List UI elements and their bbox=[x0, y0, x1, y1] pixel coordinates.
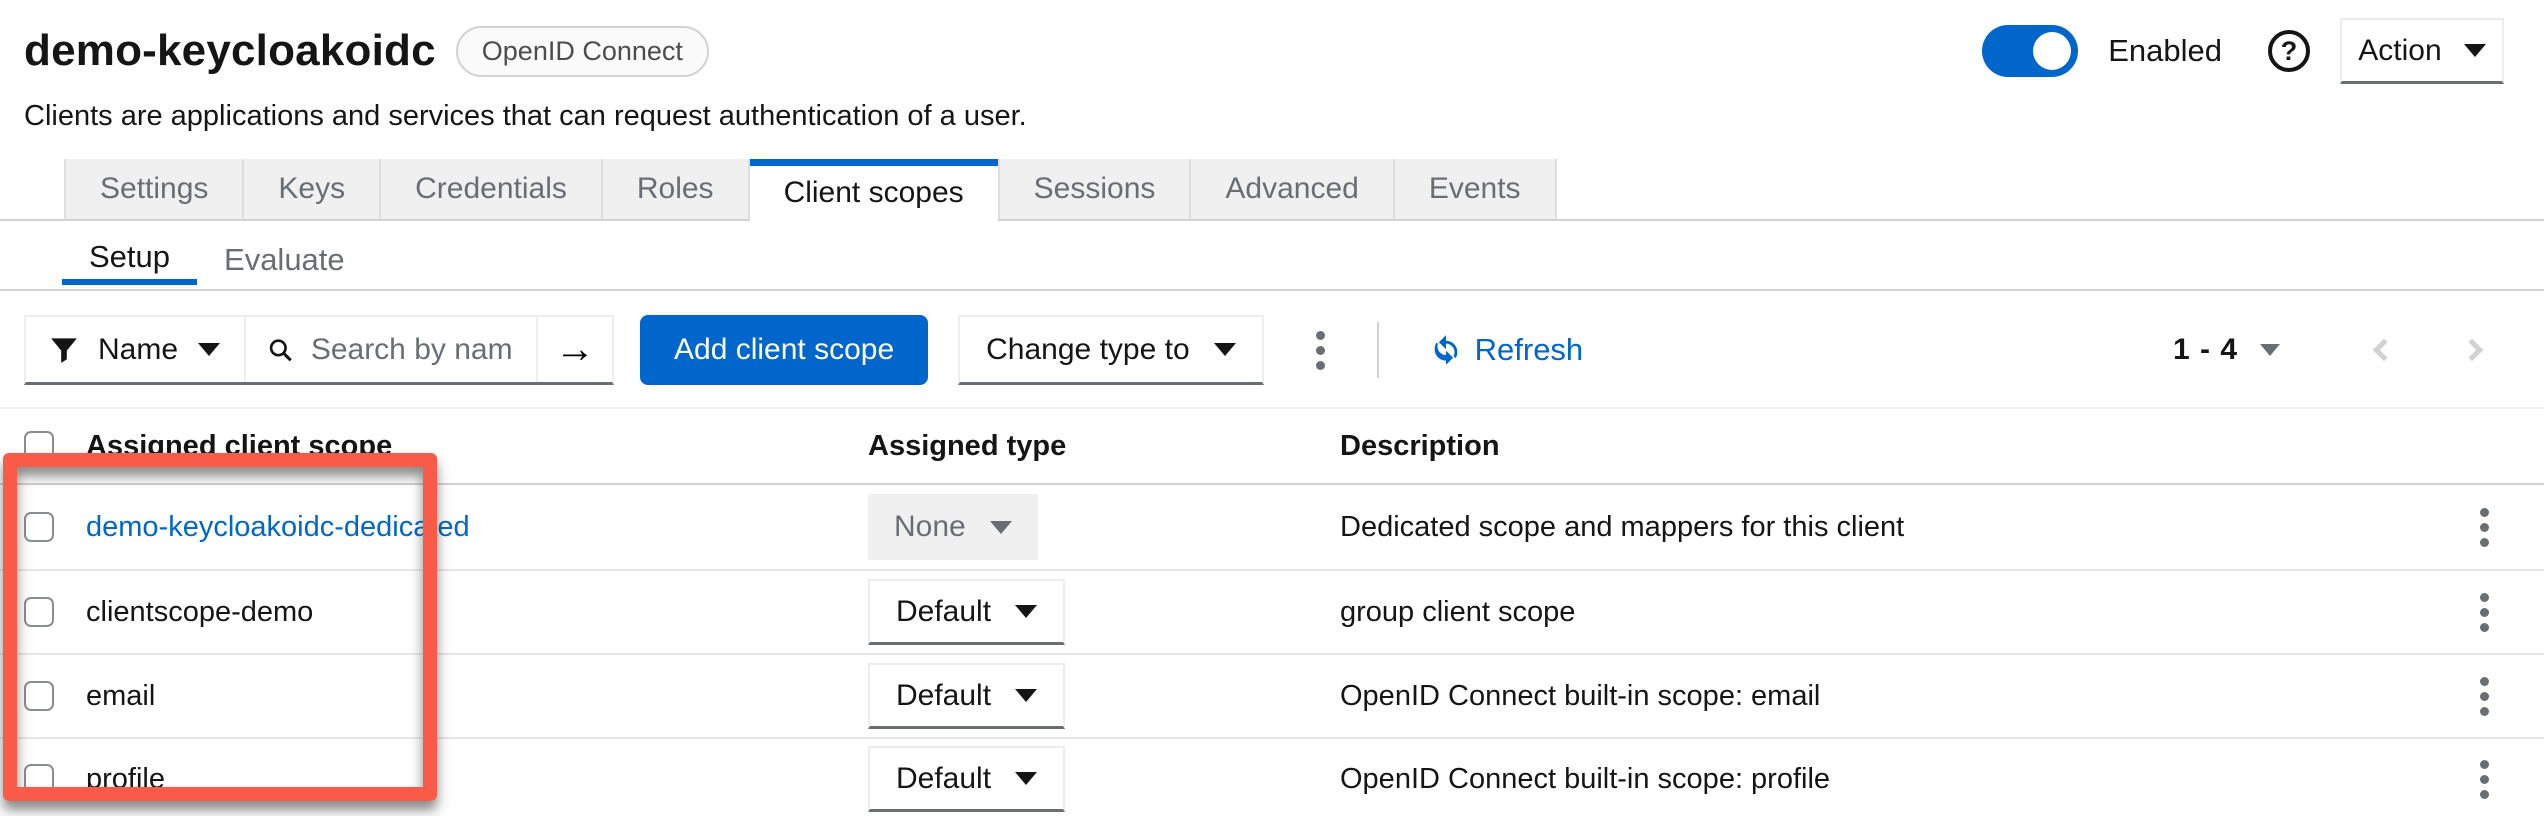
tab-settings[interactable]: Settings bbox=[64, 159, 244, 219]
client-scopes-table: Assigned client scope Assigned type Desc… bbox=[0, 409, 2544, 816]
search-submit-button[interactable]: → bbox=[538, 317, 612, 382]
help-icon[interactable]: ? bbox=[2268, 30, 2310, 72]
toolbar: Name → Add client scope Change type to bbox=[0, 291, 2544, 409]
toolbar-divider bbox=[1377, 322, 1379, 378]
assigned-type-dropdown[interactable]: Default bbox=[868, 746, 1065, 812]
filter-type-dropdown[interactable]: Name bbox=[26, 317, 246, 382]
search-box bbox=[246, 317, 538, 382]
scope-name: profile bbox=[86, 763, 868, 796]
scope-description: Dedicated scope and mappers for this cli… bbox=[1340, 511, 2424, 544]
action-label: Action bbox=[2358, 34, 2441, 68]
search-group: Name → bbox=[24, 315, 614, 385]
subtab-evaluate[interactable]: Evaluate bbox=[197, 235, 372, 285]
pagination-menu-toggle[interactable] bbox=[2260, 344, 2280, 356]
row-checkbox[interactable] bbox=[24, 764, 54, 794]
toolbar-kebab-menu[interactable] bbox=[1306, 321, 1335, 380]
refresh-label: Refresh bbox=[1475, 332, 1584, 368]
column-description: Description bbox=[1340, 430, 2424, 463]
column-assigned-type: Assigned type bbox=[868, 430, 1340, 463]
enabled-toggle[interactable] bbox=[1982, 25, 2078, 77]
pagination-count: 1 - 4 bbox=[2173, 333, 2238, 367]
assigned-type-value: Default bbox=[896, 595, 991, 629]
enabled-label: Enabled bbox=[2108, 33, 2222, 69]
scope-description: group client scope bbox=[1340, 596, 2424, 629]
scope-name: clientscope-demo bbox=[86, 596, 868, 629]
tab-roles[interactable]: Roles bbox=[603, 159, 750, 219]
scope-description: OpenID Connect built-in scope: profile bbox=[1340, 763, 2424, 796]
table-row: clientscope-demo Default group client sc… bbox=[0, 569, 2544, 653]
chevron-down-icon bbox=[2464, 44, 2486, 57]
row-kebab-menu[interactable] bbox=[2470, 583, 2499, 642]
assigned-type-dropdown[interactable]: Default bbox=[868, 579, 1065, 645]
table-row: demo-keycloakoidc-dedicated None Dedicat… bbox=[0, 485, 2544, 569]
page-subtitle: Clients are applications and services th… bbox=[24, 100, 2504, 133]
row-kebab-menu[interactable] bbox=[2470, 667, 2499, 726]
table-row: profile Default OpenID Connect built-in … bbox=[0, 737, 2544, 816]
column-assigned-client-scope: Assigned client scope bbox=[86, 430, 868, 463]
protocol-badge: OpenID Connect bbox=[456, 26, 709, 77]
row-checkbox[interactable] bbox=[24, 597, 54, 627]
tab-client-scopes[interactable]: Client scopes bbox=[750, 159, 998, 221]
row-kebab-menu[interactable] bbox=[2470, 498, 2499, 557]
chevron-down-icon bbox=[1214, 343, 1236, 356]
previous-page-icon[interactable] bbox=[2373, 339, 2396, 362]
chevron-down-icon bbox=[1015, 772, 1037, 785]
filter-label: Name bbox=[98, 333, 178, 367]
row-kebab-menu[interactable] bbox=[2470, 750, 2499, 809]
client-scopes-page: demo-keycloakoidc OpenID Connect Enabled… bbox=[0, 0, 2544, 816]
assigned-type-value: Default bbox=[896, 762, 991, 796]
client-scopes-subtabs: Setup Evaluate bbox=[0, 221, 2544, 291]
tab-credentials[interactable]: Credentials bbox=[381, 159, 603, 219]
assigned-type-value: Default bbox=[896, 679, 991, 713]
tab-events[interactable]: Events bbox=[1395, 159, 1557, 219]
row-checkbox[interactable] bbox=[24, 512, 54, 542]
scope-name-link[interactable]: demo-keycloakoidc-dedicated bbox=[86, 511, 868, 544]
toggle-knob bbox=[2033, 32, 2071, 70]
chevron-down-icon bbox=[198, 343, 220, 356]
scope-description: OpenID Connect built-in scope: email bbox=[1340, 680, 2424, 713]
search-input[interactable] bbox=[311, 333, 514, 367]
tab-keys[interactable]: Keys bbox=[244, 159, 381, 219]
action-dropdown[interactable]: Action bbox=[2340, 18, 2504, 84]
search-icon bbox=[268, 335, 293, 365]
subtab-setup[interactable]: Setup bbox=[62, 235, 197, 285]
row-checkbox[interactable] bbox=[24, 681, 54, 711]
assigned-type-dropdown: None bbox=[868, 494, 1038, 560]
page-title: demo-keycloakoidc bbox=[24, 26, 436, 76]
table-row: email Default OpenID Connect built-in sc… bbox=[0, 653, 2544, 737]
page-header: demo-keycloakoidc OpenID Connect Enabled… bbox=[0, 0, 2544, 133]
change-type-label: Change type to bbox=[986, 333, 1189, 367]
add-client-scope-button[interactable]: Add client scope bbox=[640, 315, 928, 385]
assigned-type-value: None bbox=[894, 510, 966, 544]
pagination: 1 - 4 bbox=[2173, 333, 2494, 367]
next-page-icon[interactable] bbox=[2461, 339, 2484, 362]
tab-advanced[interactable]: Advanced bbox=[1191, 159, 1394, 219]
chevron-down-icon bbox=[1015, 689, 1037, 702]
chevron-down-icon bbox=[1015, 605, 1037, 618]
scope-name: email bbox=[86, 680, 868, 713]
tab-sessions[interactable]: Sessions bbox=[998, 159, 1192, 219]
refresh-icon bbox=[1429, 333, 1463, 367]
refresh-link[interactable]: Refresh bbox=[1429, 332, 1584, 368]
assigned-type-dropdown[interactable]: Default bbox=[868, 663, 1065, 729]
client-tabs: Settings Keys Credentials Roles Client s… bbox=[0, 159, 2544, 221]
select-all-checkbox[interactable] bbox=[24, 431, 54, 461]
table-header-row: Assigned client scope Assigned type Desc… bbox=[0, 409, 2544, 485]
filter-icon bbox=[50, 336, 78, 364]
change-type-dropdown[interactable]: Change type to bbox=[958, 315, 1263, 385]
chevron-down-icon bbox=[990, 521, 1012, 534]
